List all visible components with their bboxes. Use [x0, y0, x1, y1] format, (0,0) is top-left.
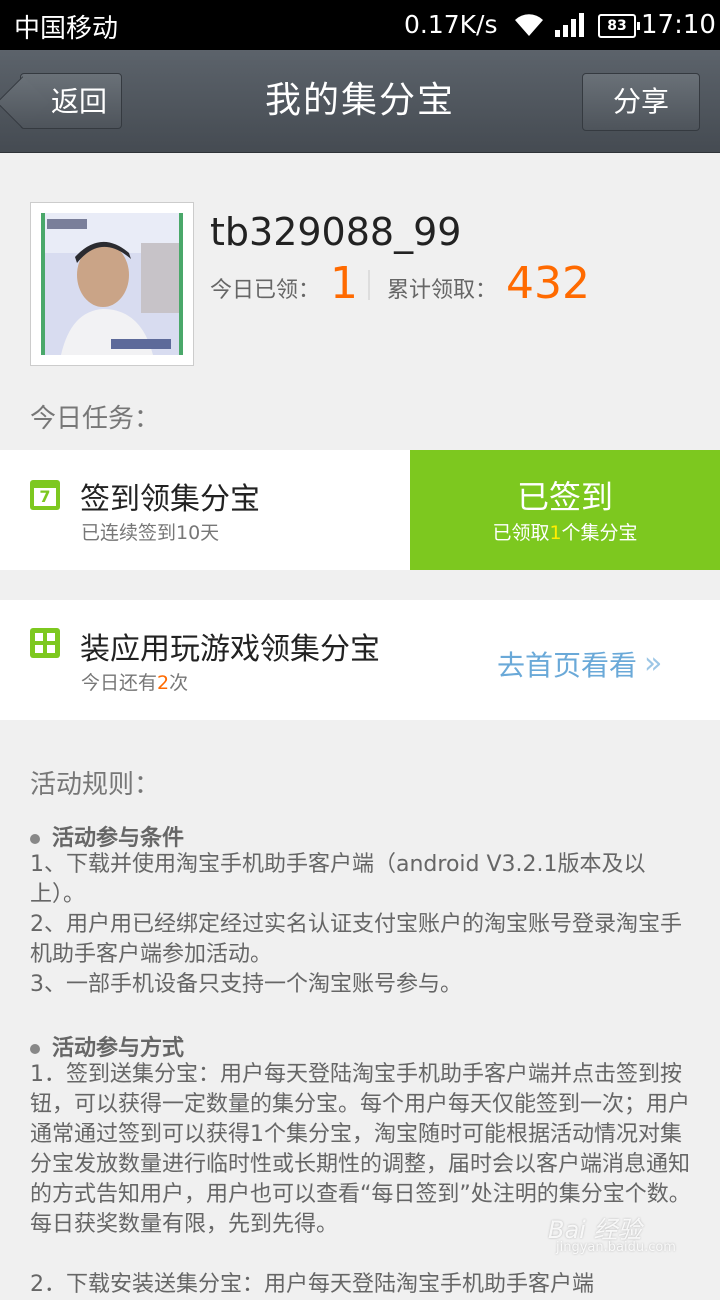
carrier-name: 中国移动: [14, 14, 119, 44]
rule-line: 3、一部手机设备只支持一个淘宝账号参与。: [30, 972, 462, 997]
total-collected-value: 432: [506, 258, 590, 309]
double-chevron-right-icon: »: [644, 646, 663, 681]
signed-in-label: 已签到: [516, 478, 613, 516]
signin-task-title: 签到领集分宝: [80, 482, 260, 517]
signed-in-button[interactable]: 已签到 已领取1个集分宝: [410, 450, 720, 570]
signal-icon: [554, 12, 586, 45]
rule-line: 1、下载并使用淘宝手机助手客户端（android V3.2.1版本及以上）。: [30, 852, 646, 907]
total-collected-label: 累计领取：: [387, 278, 498, 303]
back-button[interactable]: 返回: [20, 73, 122, 129]
bullet-icon: [30, 834, 40, 844]
calendar-icon: 7: [30, 480, 60, 510]
avatar: [30, 202, 194, 366]
title-bar: 返回 我的集分宝 分享: [0, 50, 720, 153]
apps-grid-icon: [30, 628, 60, 658]
apps-task-card[interactable]: 装应用玩游戏领集分宝 今日还有2次 去首页看看 »: [0, 600, 720, 720]
signin-task-card: 7 签到领集分宝 已连续签到10天 已签到 已领取1个集分宝: [0, 450, 720, 570]
network-speed: 0.17K/s: [404, 10, 498, 39]
signin-task-subtitle: 已连续签到10天: [81, 522, 220, 544]
bullet-icon: [30, 1044, 40, 1054]
today-collected-value: 1: [330, 258, 358, 309]
clock: 17:10: [641, 10, 716, 40]
rules-heading: 活动规则：: [30, 770, 161, 800]
goto-home-link[interactable]: 去首页看看: [497, 644, 637, 684]
signed-in-reward: 已领取1个集分宝: [492, 522, 638, 544]
rules-section-conditions: 活动参与条件: [30, 820, 184, 852]
today-tasks-heading: 今日任务：: [30, 404, 161, 434]
status-bar: 中国移动 0.17K/s 83 17:10: [0, 0, 720, 50]
reward-count: 1: [549, 522, 562, 544]
apps-task-remaining: 今日还有2次: [81, 672, 189, 694]
watermark: Bai 经验 jingyan.baidu.com: [548, 1216, 676, 1255]
battery-icon: 83: [598, 14, 640, 38]
username: tb329088_99: [210, 210, 462, 254]
today-collected-label: 今日已领：: [210, 278, 321, 303]
rule-line: 2．下载安装送集分宝：用户每天登陆淘宝手机助手客户端: [30, 1272, 594, 1297]
rule-line: 2、用户用已经绑定经过实名认证支付宝账户的淘宝账号登录淘宝手机助手客户端参加活动…: [30, 912, 682, 967]
wifi-icon: [512, 12, 546, 45]
apps-task-title: 装应用玩游戏领集分宝: [80, 632, 380, 667]
remaining-count: 2: [157, 672, 170, 694]
share-button[interactable]: 分享: [582, 73, 700, 131]
rules-section-methods: 活动参与方式: [30, 1030, 184, 1062]
stats-divider: [368, 270, 370, 300]
